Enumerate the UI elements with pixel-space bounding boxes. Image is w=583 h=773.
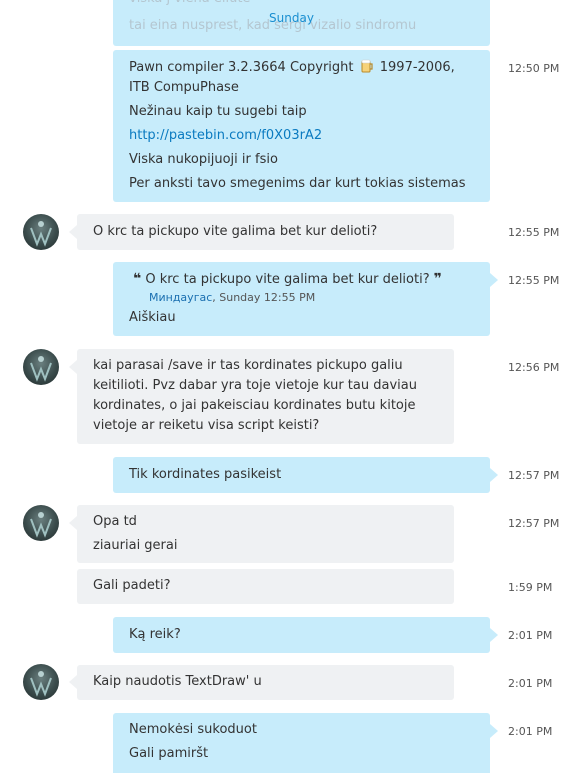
message-timestamp: 12:50 PM [508,62,560,75]
day-separator: Sunday [269,11,314,25]
message-text-line: Pawn compiler 3.2.3664 Copyright 1997-20… [129,59,455,75]
quote-close-icon: ❞ [433,271,442,287]
message-text-line: keitilioti. Pvz dabar yra toje vietoje k… [93,378,417,393]
quote-text: O krc ta pickupo vite galima bet kur del… [145,272,430,287]
message-bubble-incoming[interactable]: kai parasai /save ir tas kordinates pick… [77,349,454,444]
avatar-photo-icon [30,356,52,382]
message-text: Gali padeti? [93,578,171,593]
bubble-tail [69,360,77,374]
message-text-line: Per anksti tavo smegenims dar kurt tokia… [129,176,466,191]
quote-text-line: ❝ O krc ta pickupo vite galima bet kur d… [133,270,442,289]
message-text-line: kordinates, o jai pakeisciau kordinates … [93,398,416,413]
bubble-tail [490,273,498,287]
message-bubble-outgoing[interactable]: Pawn compiler 3.2.3664 Copyright 1997-20… [113,50,490,202]
message-text-line: Gali pamiršt [129,746,209,761]
bubble-tail [490,628,498,642]
avatar-photo-icon [30,671,52,697]
message-timestamp: 2:01 PM [508,629,553,642]
message-text-line: kai parasai /save ir tas kordinates pick… [93,358,403,373]
message-timestamp: 12:55 PM [508,226,560,239]
message-bubble-outgoing[interactable]: Nemokėsi sukoduot Gali pamiršt [113,713,490,773]
message-text-line: vietoje ar reiketu visa script keisti? [93,418,320,433]
contact-avatar[interactable] [23,349,59,385]
message-text: Kaip naudotis TextDraw' u [93,674,262,689]
message-text-line: Viska nukopijuoji ir fsio [129,152,278,167]
quote-author[interactable]: Миндаугас [149,291,212,304]
quote-open-icon: ❝ [133,271,142,287]
message-timestamp: 12:57 PM [508,469,560,482]
message-timestamp: 12:57 PM [508,517,560,530]
message-timestamp: 1:59 PM [508,581,553,594]
message-text: O krc ta pickupo vite galima bet kur del… [93,224,378,239]
bubble-tail [69,225,77,239]
message-bubble-outgoing[interactable]: ❝ O krc ta pickupo vite galima bet kur d… [113,262,490,336]
message-text-line: Opa td [93,514,137,529]
message-link[interactable]: http://pastebin.com/f0X03rA2 [129,127,322,145]
bubble-tail [490,724,498,738]
contact-avatar[interactable] [23,214,59,250]
message-bubble-outgoing[interactable]: Tik kordinates pasikeist [113,457,490,493]
avatar-photo-icon [30,221,52,247]
message-bubble-outgoing[interactable]: Ką reik? [113,617,490,653]
message-text-line: ziauriai gerai [93,538,178,553]
message-text: Tik kordinates pasikeist [129,467,282,482]
beer-emoticon-icon [361,59,373,73]
message-timestamp: 2:01 PM [508,725,553,738]
message-bubble-incoming[interactable]: Kaip naudotis TextDraw' u [77,665,454,700]
quote-timestamp: , Sunday 12:55 PM [212,291,316,304]
bubble-tail [69,675,77,689]
message-text: viska j viena eilute [129,0,250,8]
message-text: Ką reik? [129,627,181,642]
contact-avatar[interactable] [23,664,59,700]
message-bubble-incoming[interactable]: O krc ta pickupo vite galima bet kur del… [77,214,454,250]
bubble-tail [69,516,77,530]
message-timestamp: 12:56 PM [508,361,560,374]
message-bubble-incoming[interactable]: Gali padeti? [77,569,454,604]
quote-meta: Миндаугас, Sunday 12:55 PM [149,289,315,307]
contact-avatar[interactable] [23,505,59,541]
message-bubble-incoming[interactable]: Opa td ziauriai gerai [77,505,454,563]
message-text: Aiškiau [129,310,176,325]
message-timestamp: 12:55 PM [508,274,560,287]
message-timestamp: 2:01 PM [508,677,553,690]
message-text-line: Nemokėsi sukoduot [129,722,257,737]
bubble-tail [490,468,498,482]
message-text-line: Nežinau kaip tu sugebi taip [129,104,307,119]
message-text-line: ITB CompuPhase [129,80,239,95]
avatar-photo-icon [30,512,52,538]
